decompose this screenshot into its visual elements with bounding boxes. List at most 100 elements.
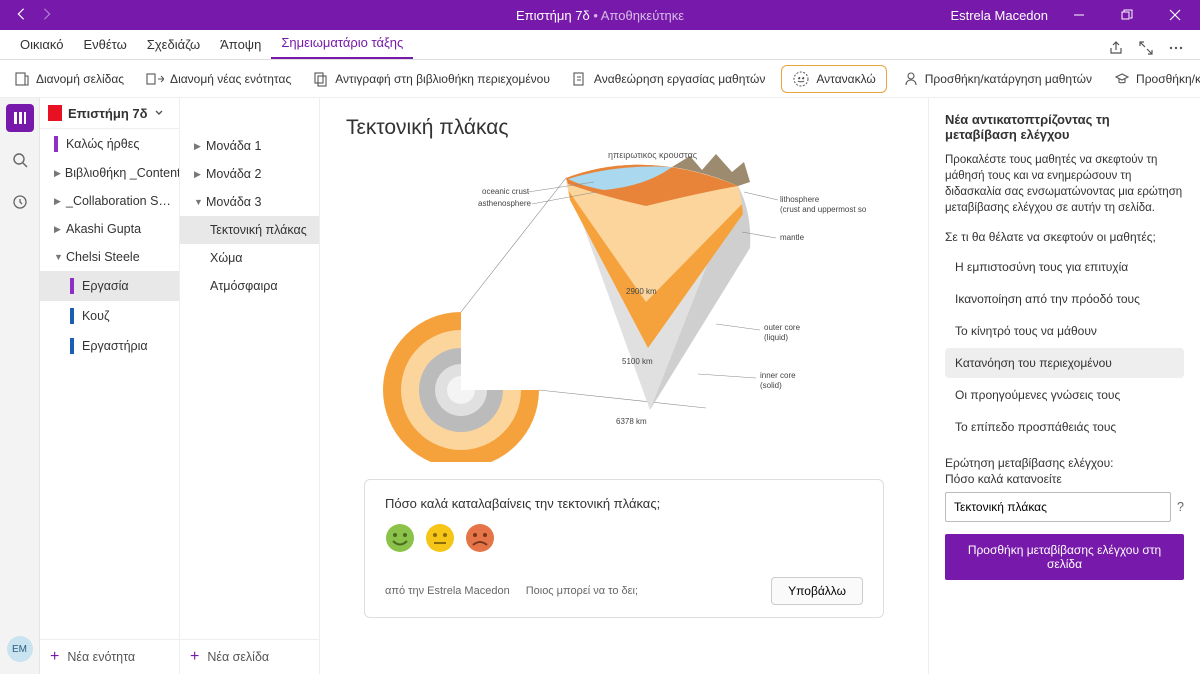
add-page-button[interactable]: + Νέα σελίδα (180, 639, 319, 674)
restore-button[interactable] (1110, 0, 1144, 30)
poll-author: από την Estrela Macedon (385, 585, 510, 597)
page-label: Μονάδα 2 (206, 167, 261, 181)
panel-title: Νέα αντικατοπτρίζοντας τη μεταβίβαση ελέ… (945, 112, 1184, 142)
reflect-button[interactable]: Αντανακλώ (781, 65, 886, 93)
search-icon[interactable] (6, 146, 34, 174)
chevron-right-icon: ▶ (54, 196, 62, 207)
titlebar: Επιστήμη 7δ • Αποθηκεύτηκε Estrela Maced… (0, 0, 1200, 30)
ribbon-tabs: Οικιακό Ενθέτω Σχεδιάζω Άποψη Σημειωματά… (0, 30, 1200, 60)
reflect-panel: Νέα αντικατοπτρίζοντας τη μεταβίβαση ελέ… (928, 98, 1200, 674)
notebook-icon (48, 105, 62, 121)
page-item[interactable]: Χώμα (180, 244, 319, 272)
emoji-sad-icon[interactable] (465, 523, 495, 553)
page-title[interactable]: Τεκτονική πλάκας (346, 116, 902, 140)
chevron-right-icon: ▶ (54, 224, 62, 235)
add-students-button[interactable]: Προσθήκη/κατάργηση μαθητών (897, 67, 1098, 91)
section-item[interactable]: Κουζ (40, 301, 179, 331)
page-item[interactable]: Τεκτονική πλάκας (180, 216, 319, 244)
ribbon: Διανομή σελίδας Διανομή νέας ενότητας Αν… (0, 60, 1200, 98)
distribute-section-button[interactable]: Διανομή νέας ενότητας (140, 68, 297, 90)
section-label: Akashi Gupta (66, 222, 141, 236)
reflect-choice[interactable]: Το κίνητρό τους να μάθουν (945, 316, 1184, 346)
minimize-button[interactable] (1062, 0, 1096, 30)
chevron-down-icon (154, 108, 164, 118)
emoji-neutral-icon[interactable] (425, 523, 455, 553)
earth-layers-diagram: oceanic crust asthenosphere ηπειρωτικός … (346, 152, 866, 462)
page-item[interactable]: ▶Μονάδα 2 (180, 160, 319, 188)
reflect-poll-card: Πόσο καλά καταλαβαίνεις την τεκτονική πλ… (364, 479, 884, 618)
reflect-choice[interactable]: Κατανόηση του περιεχομένου (945, 348, 1184, 378)
reflect-choice[interactable]: Οι προηγούμενες γνώσεις τους (945, 380, 1184, 410)
tab-class-notebook[interactable]: Σημειωματάριο τάξης (271, 28, 413, 59)
svg-text:oceanic crust: oceanic crust (482, 187, 530, 196)
notebook-dropdown[interactable]: Επιστήμη 7δ (40, 98, 179, 129)
forward-icon[interactable] (40, 7, 54, 24)
section-label: Chelsi Steele (66, 250, 140, 264)
reflect-choice[interactable]: Η εμπιστοσύνη τους για επιτυχία (945, 252, 1184, 282)
section-item[interactable]: ▶Βιβλιοθήκη _Content (40, 159, 179, 187)
svg-text:(crust and uppermost solid man: (crust and uppermost solid mantle) (780, 205, 866, 214)
tab-draw[interactable]: Σχεδιάζω (137, 30, 210, 59)
reflect-choice[interactable]: Το επίπεδο προσπάθειάς τους (945, 412, 1184, 442)
section-item[interactable]: Εργαστήρια (40, 331, 179, 361)
poll-visibility-link[interactable]: Ποιος μπορεί να το δει; (526, 585, 638, 597)
svg-text:outer core: outer core (764, 323, 801, 332)
close-button[interactable] (1158, 0, 1192, 30)
section-color-tag (70, 338, 74, 354)
reflect-choice[interactable]: Ικανοποίηση από την πρόοδό τους (945, 284, 1184, 314)
user-name[interactable]: Estrela Macedon (950, 8, 1048, 23)
page-canvas[interactable]: Τεκτονική πλάκας (320, 98, 928, 674)
avatar[interactable]: EM (7, 636, 33, 662)
tab-view[interactable]: Άποψη (210, 30, 271, 59)
document-title: Επιστήμη 7δ • Αποθηκεύτηκε (516, 8, 684, 23)
section-item[interactable]: Εργασία (40, 271, 179, 301)
section-label: Κουζ (82, 309, 109, 323)
page-label: Τεκτονική πλάκας (210, 223, 307, 237)
question-subtext: Πόσο καλά κατανοείτε (945, 472, 1184, 486)
add-checkin-button[interactable]: Προσθήκη μεταβίβασης ελέγχου στη σελίδα (945, 534, 1184, 580)
review-work-button[interactable]: Αναθεώρηση εργασίας μαθητών (566, 67, 771, 91)
svg-text:ηπειρωτικός κρούστας: ηπειρωτικός κρούστας (608, 152, 698, 160)
page-list: ▶Μονάδα 1▶Μονάδα 2▼Μονάδα 3Τεκτονική πλά… (180, 98, 320, 674)
section-item[interactable]: ▶ Akashi Gupta (40, 215, 179, 243)
section-label: _Collaboration S… (66, 194, 171, 208)
recent-icon[interactable] (6, 188, 34, 216)
page-item[interactable]: ▼Μονάδα 3 (180, 188, 319, 216)
help-icon[interactable]: ? (1177, 500, 1184, 514)
page-item[interactable]: ▶Μονάδα 1 (180, 132, 319, 160)
tab-home[interactable]: Οικιακό (10, 30, 73, 59)
more-icon[interactable] (1168, 40, 1184, 59)
section-color-tag (70, 308, 74, 324)
back-icon[interactable] (14, 7, 28, 24)
section-list: Επιστήμη 7δ Καλώς ήρθες▶Βιβλιοθήκη _Cont… (40, 98, 180, 674)
section-color-tag (54, 136, 58, 152)
panel-description: Προκαλέστε τους μαθητές να σκεφτούν τη μ… (945, 152, 1184, 216)
submit-button[interactable]: Υποβάλλω (771, 577, 863, 605)
emoji-happy-icon[interactable] (385, 523, 415, 553)
left-rail: EM (0, 98, 40, 674)
add-teachers-button[interactable]: Προσθήκη/κατάργηση δασκάλων (1108, 67, 1200, 91)
chevron-down-icon: ▼ (54, 252, 62, 262)
fullscreen-icon[interactable] (1138, 40, 1154, 59)
section-item[interactable]: Καλώς ήρθες (40, 129, 179, 159)
distribute-page-button[interactable]: Διανομή σελίδας (8, 67, 130, 91)
page-item[interactable]: Ατμόσφαιρα (180, 272, 319, 300)
notebooks-icon[interactable] (6, 104, 34, 132)
page-label: Χώμα (210, 251, 243, 265)
question-label: Ερώτηση μεταβίβασης ελέγχου: (945, 456, 1184, 470)
chevron-right-icon: ▶ (194, 141, 202, 152)
section-label: Βιβλιοθήκη _Content (65, 166, 179, 180)
question-input[interactable] (945, 492, 1171, 522)
tab-insert[interactable]: Ενθέτω (73, 30, 136, 59)
svg-text:5100 km: 5100 km (622, 357, 653, 366)
copy-content-button[interactable]: Αντιγραφή στη βιβλιοθήκη περιεχομένου (307, 67, 556, 91)
svg-text:mantle: mantle (780, 233, 805, 242)
svg-text:(solid): (solid) (760, 381, 782, 390)
add-section-button[interactable]: + Νέα ενότητα (40, 639, 179, 674)
section-item[interactable]: ▼ Chelsi Steele (40, 243, 179, 271)
svg-text:inner core: inner core (760, 371, 796, 380)
svg-text:(liquid): (liquid) (764, 333, 788, 342)
svg-text:6378 km: 6378 km (616, 417, 647, 426)
share-icon[interactable] (1108, 40, 1124, 59)
section-item[interactable]: ▶ _Collaboration S… (40, 187, 179, 215)
